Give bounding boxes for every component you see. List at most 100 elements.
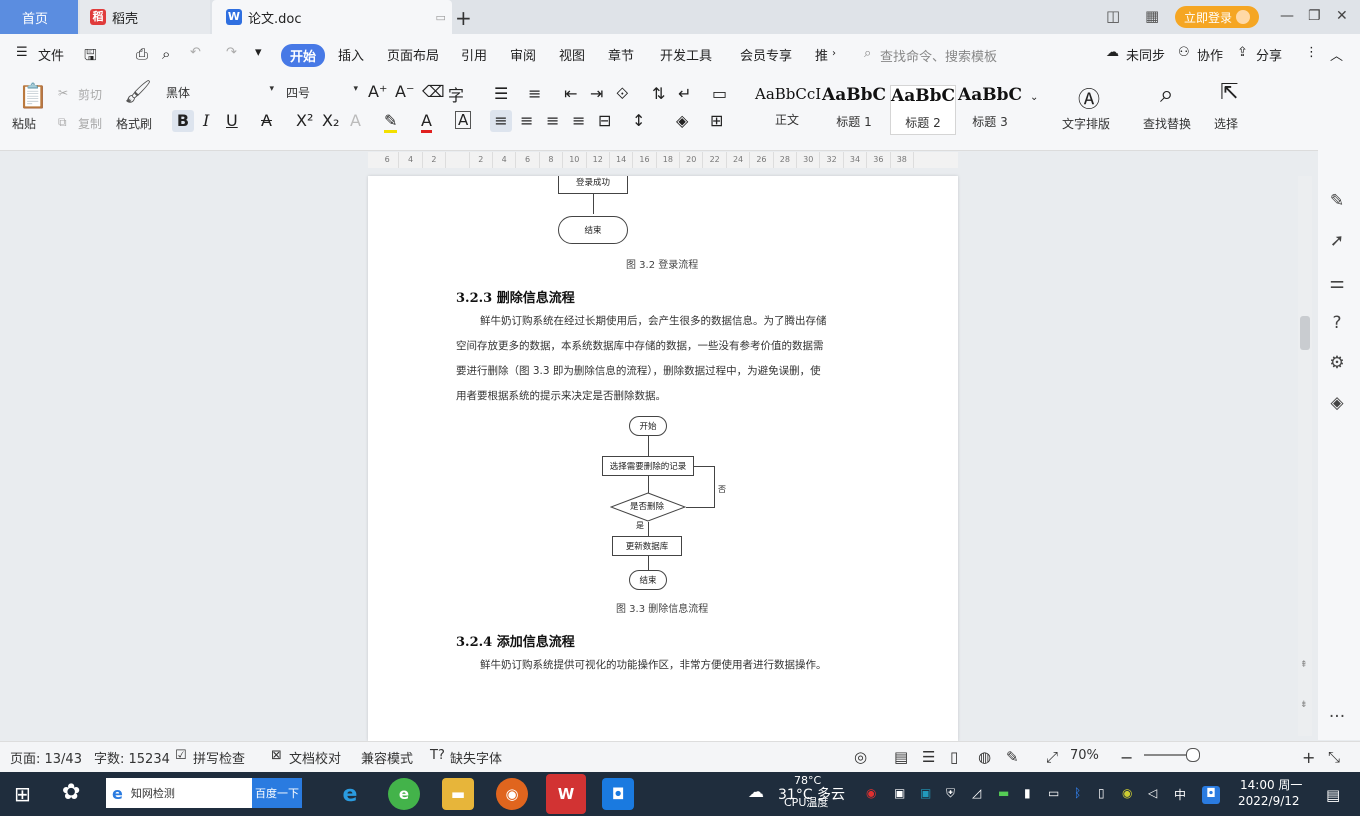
increase-indent-icon[interactable]: ⇥ (590, 84, 603, 103)
font-family-select[interactable]: 黑体 ▾ (166, 84, 274, 102)
cut-icon[interactable]: ✂ (58, 86, 68, 100)
decrease-indent-icon[interactable]: ⇤ (564, 84, 577, 103)
volume-icon[interactable]: ◁ (1148, 786, 1157, 800)
horizontal-ruler[interactable]: 6 4 2 2 4 6 8 10 12 14 16 18 20 22 24 26 28 30 32 34 36 38 (368, 152, 958, 168)
underline-icon[interactable]: U (226, 111, 238, 130)
restore-icon[interactable]: ❐ (1308, 8, 1321, 24)
word-count[interactable]: 字数: 15234 (94, 748, 170, 767)
eye-protect-icon[interactable]: ◎ (854, 748, 867, 766)
tray-app-icon[interactable]: ▣ (894, 786, 905, 800)
sort-icon[interactable]: ⇅ (652, 84, 665, 103)
menu-member[interactable]: 会员专享 (740, 45, 792, 64)
next-page-icon[interactable]: ⇟ (1300, 700, 1308, 710)
tab-document[interactable]: W 论文.doc ▭ (212, 0, 452, 34)
blue-app-icon[interactable]: ◘ (602, 778, 634, 810)
align-right-icon[interactable]: ≡ (546, 111, 559, 130)
collab-button[interactable]: 协作 (1197, 45, 1223, 64)
strikethrough-icon[interactable]: A (261, 111, 272, 130)
missing-font-icon[interactable]: T? (430, 748, 445, 763)
tray-app-icon[interactable]: ▮ (1024, 786, 1031, 800)
shield-icon[interactable]: ⛨ (946, 786, 955, 801)
usb-icon[interactable]: ▯ (1098, 786, 1105, 800)
undo-icon[interactable]: ↶ (190, 45, 201, 60)
compat-mode[interactable]: 兼容模式 (361, 748, 413, 767)
tab-daoke[interactable]: 稻 稻壳 (80, 0, 210, 34)
edit-pen-icon[interactable]: ✎ (1326, 190, 1348, 212)
menu-page-layout[interactable]: 页面布局 (387, 45, 439, 64)
format-painter-icon[interactable]: 🖌 (124, 80, 152, 105)
style-heading-3[interactable]: AaBbC 标题 3 (958, 85, 1022, 133)
grid-apps-icon[interactable]: ▦ (1145, 7, 1159, 25)
char-border-icon[interactable]: A (455, 111, 472, 129)
fullscreen-icon[interactable]: ⤡ (1328, 748, 1340, 766)
font-size-select[interactable]: 四号 ▾ (286, 84, 358, 102)
border-icon[interactable]: ⊞ (710, 111, 723, 130)
superscript-icon[interactable]: X² (296, 111, 313, 130)
write-mode-icon[interactable]: ✎ (1006, 748, 1019, 766)
phonetic-icon[interactable]: 字 (448, 82, 464, 106)
cloud-sync-icon[interactable]: ☁ (1106, 45, 1119, 60)
menu-chapter[interactable]: 章节 (608, 45, 634, 64)
menu-references[interactable]: 引用 (461, 45, 487, 64)
tab-ruler-icon[interactable]: ▭ (712, 84, 727, 103)
ime-indicator[interactable]: 中 (1174, 786, 1186, 803)
windows-start-icon[interactable]: ⊞ (14, 782, 31, 806)
select-pointer-icon[interactable]: ⇱ (1220, 80, 1238, 105)
login-button[interactable]: 立即登录 (1175, 6, 1259, 28)
notification-icon[interactable]: ▤ (1326, 786, 1340, 804)
clock-date[interactable]: 2022/9/12 (1238, 794, 1300, 808)
missing-font-button[interactable]: 缺失字体 (450, 748, 502, 767)
zoom-in-icon[interactable]: + (1302, 748, 1315, 767)
layout-icon[interactable]: ◫ (1106, 7, 1120, 25)
page-view-icon[interactable]: ▤ (894, 748, 908, 766)
grow-font-icon[interactable]: A⁺ (368, 82, 387, 101)
tab-home[interactable]: 首页 (0, 0, 78, 34)
save-icon[interactable]: 🖫 (84, 45, 97, 70)
minimize-icon[interactable]: — (1280, 8, 1294, 24)
outline-view-icon[interactable]: ☰ (922, 748, 935, 766)
menu-more[interactable]: 推 (815, 45, 828, 64)
tray-app-icon[interactable]: ▣ (920, 786, 931, 800)
image-settings-icon[interactable]: ⚙ (1326, 352, 1348, 374)
print-icon[interactable]: ⎙ (136, 45, 148, 63)
style-heading-2[interactable]: AaBbC 标题 2 (890, 85, 956, 135)
new-tab-plus-icon[interactable]: + (455, 6, 472, 30)
zoom-level[interactable]: 70% (1070, 748, 1099, 763)
quick-access-dropdown-icon[interactable]: ▾ (255, 45, 262, 60)
share-button[interactable]: 分享 (1256, 45, 1282, 64)
scrollbar-thumb[interactable] (1300, 316, 1310, 350)
font-color-icon[interactable]: A (421, 111, 432, 133)
network-icon[interactable]: ◿ (972, 786, 981, 800)
spell-check-icon[interactable]: ☑ (175, 748, 187, 763)
menu-more-chevron-icon[interactable]: › (832, 48, 836, 59)
select-button[interactable]: 选择 (1214, 115, 1238, 132)
share-icon[interactable]: ⇪ (1237, 45, 1248, 60)
menu-start[interactable]: 开始 (281, 44, 326, 67)
more-options-icon[interactable]: ⋮ (1305, 45, 1318, 60)
justify-icon[interactable]: ≡ (572, 111, 585, 130)
fit-page-icon[interactable]: ⤢ (1046, 748, 1058, 766)
close-window-icon[interactable]: ✕ (1336, 8, 1348, 24)
cut-button[interactable]: 剪切 (78, 86, 102, 103)
proofread-icon[interactable]: ⊠ (271, 748, 282, 763)
text-layout-button[interactable]: 文字排版 (1062, 115, 1110, 132)
location-icon[interactable]: ◈ (1326, 392, 1348, 414)
sync-status[interactable]: 未同步 (1126, 45, 1165, 64)
highlight-icon[interactable]: ✎ (384, 111, 398, 133)
align-center-icon[interactable]: ≡ (520, 111, 533, 130)
page-count[interactable]: 页面: 13/43 (10, 748, 82, 767)
italic-icon[interactable]: I (203, 111, 209, 130)
file-explorer-icon[interactable]: ▬ (442, 778, 474, 810)
prev-page-icon[interactable]: ⇞ (1300, 660, 1308, 670)
taskbar-search-input[interactable]: 知网检测 (131, 785, 175, 801)
vertical-scrollbar[interactable] (1298, 176, 1312, 736)
style-normal[interactable]: AaBbCcI 正文 (755, 85, 821, 133)
clock-time[interactable]: 14:00 周一 (1240, 776, 1302, 793)
tray-app-icon[interactable]: ◘ (1202, 786, 1220, 804)
chinese-layout-icon[interactable]: ⟐ (616, 84, 629, 104)
menu-insert[interactable]: 插入 (338, 45, 364, 64)
copy-button[interactable]: 复制 (78, 115, 102, 132)
shading-icon[interactable]: ◈ (676, 111, 688, 130)
taskbar-search-box[interactable]: e 知网检测 (106, 778, 252, 808)
tab-close-icon[interactable]: ▭ (436, 11, 446, 24)
